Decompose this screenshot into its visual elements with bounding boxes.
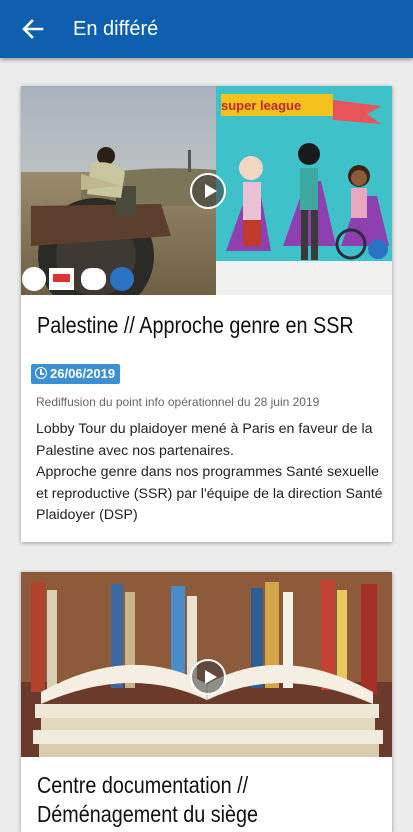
video-card[interactable]: super league Palestine // Approche genre…	[21, 86, 392, 542]
arrow-left-icon	[22, 19, 44, 39]
play-icon[interactable]	[190, 173, 226, 209]
video-thumbnail[interactable]: super league	[21, 86, 392, 314]
description-paragraph: Lobby Tour du plaidoyer mené à Paris en …	[36, 421, 373, 459]
card-title-line: Centre documentation //	[37, 772, 249, 798]
video-card[interactable]: Centre documentation // Déménagement du …	[21, 572, 392, 832]
description-paragraph: Approche genre dans nos programmes Santé…	[36, 464, 383, 523]
date-badge: 26/06/2019	[31, 364, 121, 384]
app-bar: En différé	[0, 0, 413, 58]
back-button[interactable]	[20, 17, 46, 41]
card-title: Palestine // Approche genre en SSR	[37, 312, 354, 338]
video-thumbnail[interactable]	[21, 572, 392, 757]
page-title: En différé	[73, 18, 159, 40]
card-title: Centre documentation // Déménagement du …	[37, 771, 258, 829]
card-subtitle: Rediffusion du point info opérationnel d…	[36, 395, 320, 409]
play-icon[interactable]	[190, 659, 226, 695]
clock-icon	[35, 367, 47, 379]
card-description: Lobby Tour du plaidoyer mené à Paris en …	[36, 419, 386, 527]
banner-text: super league	[221, 98, 301, 113]
date-text: 26/06/2019	[50, 366, 116, 381]
